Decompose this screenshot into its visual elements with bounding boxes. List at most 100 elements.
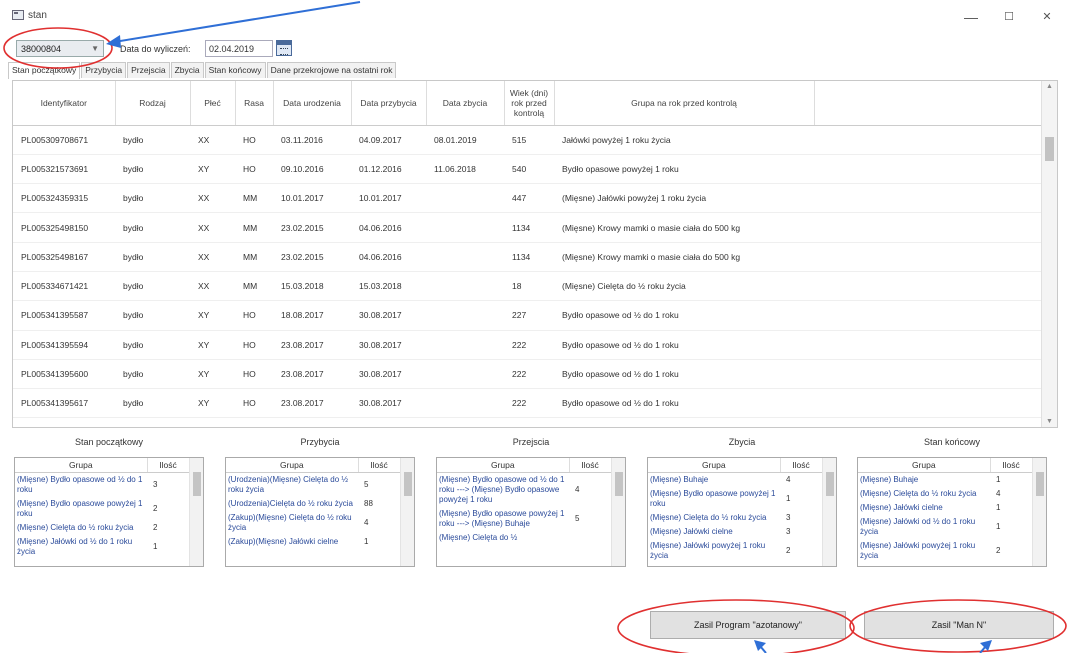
- minimize-button[interactable]: —: [956, 6, 986, 28]
- summary-row[interactable]: (Mięsne) Bydło opasowe powyżej 1 roku --…: [437, 507, 611, 531]
- column-header[interactable]: Identyfikator: [13, 81, 116, 126]
- summary-row[interactable]: (Mięsne) Jałówki powyżej 1 roku życia 2: [648, 539, 822, 563]
- summary-scrollbar[interactable]: [611, 458, 625, 566]
- grid-scrollbar[interactable]: ▲ ▼: [1041, 81, 1057, 427]
- tab-stan-koncowy[interactable]: Stan końcowy: [204, 62, 266, 78]
- summary-row[interactable]: (Mięsne) Cielęta do ½: [437, 531, 611, 545]
- column-header[interactable]: Data urodzenia: [273, 81, 352, 126]
- feed-nitrate-program-button[interactable]: Zasil Program "azotanowy": [650, 611, 846, 639]
- summary-title-stan-poczatkowy: Stan początkowy: [74, 437, 144, 447]
- table-row[interactable]: PL005341395600 bydło XY HO 23.08.2017 30.08.2…: [13, 359, 1043, 390]
- table-row[interactable]: PL005325498167 bydło XX MM 23.02.2015 04.06.2…: [13, 242, 1043, 272]
- table-cell: Bydło opasowe od ½ do 1 roku: [554, 300, 814, 331]
- scrollbar-thumb[interactable]: [826, 472, 834, 496]
- summary-count-cell: 3: [786, 526, 791, 536]
- summary-list-przybycia[interactable]: Grupa Ilość (Urodzenia)(Mięsne) Cielęta do…: [225, 457, 415, 567]
- summary-list-zbycia[interactable]: Grupa Ilość (Mięsne) Buhaje 4 (Mięsne) Bydło…: [647, 457, 837, 567]
- animals-grid[interactable]: Identyfikator Rodzaj Płeć Rasa Data urod…: [12, 80, 1058, 428]
- column-header[interactable]: Data zbycia: [426, 81, 505, 126]
- table-row[interactable]: PL005324359315 bydło XX MM 10.01.2017 10.01.2…: [13, 183, 1043, 214]
- summary-list-stan-koncowy[interactable]: Grupa Ilość (Mięsne) Buhaje 1 (Mięsne) Cielę…: [857, 457, 1047, 567]
- summary-column-header[interactable]: Ilość: [147, 458, 190, 473]
- summary-column-header[interactable]: Grupa: [15, 458, 148, 473]
- date-input[interactable]: 02.04.2019: [205, 40, 273, 57]
- tab-przejscia[interactable]: Przejscia: [127, 62, 170, 78]
- table-row[interactable]: PL005341395624bydłoXYHO24.08.201701.09.2…: [13, 417, 1043, 427]
- summary-scrollbar[interactable]: [1032, 458, 1046, 566]
- table-cell: bydło: [115, 242, 190, 272]
- summary-row[interactable]: (Mięsne) Jałówki cielne 1: [858, 501, 1032, 515]
- table-cell: MM: [235, 183, 273, 214]
- summary-row[interactable]: (Mięsne) Buhaje 4: [648, 472, 822, 487]
- herd-select[interactable]: 38000804 ▼: [16, 40, 104, 57]
- column-header[interactable]: Rodzaj: [115, 81, 191, 126]
- table-row[interactable]: PL005321573691 bydło XY HO 09.10.2016 01.12.2…: [13, 154, 1043, 185]
- summary-column-header[interactable]: Grupa: [648, 458, 781, 473]
- table-cell: XY: [190, 154, 235, 185]
- table-row[interactable]: PL005341395594 bydło XY HO 23.08.2017 30.08.2…: [13, 330, 1043, 360]
- tab-zbycia[interactable]: Zbycia: [170, 62, 204, 78]
- scrollbar-thumb[interactable]: [1036, 472, 1044, 496]
- table-cell: XY: [190, 330, 235, 360]
- summary-column-header[interactable]: Ilość: [990, 458, 1033, 473]
- summary-row[interactable]: (Mięsne) Jałówki cielne 3: [648, 525, 822, 539]
- table-row[interactable]: PL005325498150 bydło XX MM 23.02.2015 04.06.2…: [13, 212, 1043, 243]
- summary-row[interactable]: (Mięsne) Cielęta do ½ roku życia 2: [15, 521, 189, 535]
- summary-row[interactable]: (Mięsne) Jałówki powyżej 1 roku życia 2: [858, 539, 1032, 563]
- summary-row[interactable]: (Zakup)(Mięsne) Cielęta do ½ roku życia 4: [226, 511, 400, 535]
- summary-group-cell: (Mięsne) Bydło opasowe powyżej 1 roku --…: [439, 508, 565, 528]
- calendar-icon[interactable]: [276, 40, 292, 56]
- summary-column-header[interactable]: Grupa: [858, 458, 991, 473]
- scrollbar-thumb[interactable]: [404, 472, 412, 496]
- summary-row[interactable]: (Mięsne) Bydło opasowe od ½ do 1 roku 3: [15, 472, 189, 497]
- date-label: Data do wyliczeń:: [120, 44, 191, 54]
- tab-dane-przekrojowe[interactable]: Dane przekrojowe na ostatni rok: [266, 62, 397, 78]
- column-header[interactable]: Wiek (dni) rok przed kontrolą: [504, 81, 555, 126]
- summary-column-header[interactable]: Ilość: [780, 458, 823, 473]
- summary-row[interactable]: (Mięsne) Buhaje 1: [858, 472, 1032, 487]
- summary-row[interactable]: (Mięsne) Jałówki od ½ do 1 roku życia 1: [858, 515, 1032, 539]
- summary-scrollbar[interactable]: [400, 458, 414, 566]
- table-row[interactable]: PL005334671421 bydło XX MM 15.03.2018 15.03.2…: [13, 271, 1043, 302]
- summary-column-header[interactable]: Grupa: [226, 458, 359, 473]
- summary-row[interactable]: (Zakup)(Mięsne) Jałówki cielne 1: [226, 535, 400, 549]
- tab-przybycia[interactable]: Przybycia: [81, 62, 127, 78]
- close-button[interactable]: ✕: [1032, 6, 1062, 28]
- summary-row[interactable]: (Mięsne) Cielęta do ½ roku życia 3: [648, 511, 822, 525]
- column-header[interactable]: Rasa: [235, 81, 274, 126]
- scrollbar-thumb[interactable]: [1045, 137, 1054, 161]
- scroll-up-icon[interactable]: ▲: [1046, 83, 1053, 90]
- summary-scrollbar[interactable]: [189, 458, 203, 566]
- scrollbar-thumb[interactable]: [615, 472, 623, 496]
- summary-row[interactable]: (Mięsne) Cielęta do ½ roku życia 4: [858, 487, 1032, 501]
- summary-list-przejscia[interactable]: Grupa Ilość (Mięsne) Bydło opasowe od ½ do…: [436, 457, 626, 567]
- summary-scrollbar[interactable]: [822, 458, 836, 566]
- table-row[interactable]: PL005341395617 bydło XY HO 23.08.2017 30.08.2…: [13, 388, 1043, 419]
- summary-column-header[interactable]: Ilość: [569, 458, 612, 473]
- summary-column-header[interactable]: Grupa: [437, 458, 570, 473]
- summary-row[interactable]: (Mięsne) Bydło opasowe powyżej 1 roku 1: [648, 487, 822, 511]
- summary-column-header[interactable]: Ilość: [358, 458, 401, 473]
- column-header[interactable]: Grupa na rok przed kontrolą: [554, 81, 815, 126]
- table-cell: [426, 271, 504, 302]
- feed-man-n-button[interactable]: Zasil "Man N": [864, 611, 1054, 639]
- table-row[interactable]: PL005341395587 bydło XY HO 18.08.2017 30.08.2…: [13, 300, 1043, 331]
- maximize-button[interactable]: ☐: [994, 6, 1024, 28]
- table-cell: bydło: [115, 388, 190, 419]
- summary-list-stan-poczatkowy[interactable]: Grupa Ilość (Mięsne) Bydło opasowe od ½ do…: [14, 457, 204, 567]
- scroll-down-icon[interactable]: ▼: [1046, 418, 1053, 425]
- summary-row[interactable]: (Urodzenia)Cielęta do ½ roku życia 88: [226, 497, 400, 511]
- column-header[interactable]: Płeć: [190, 81, 236, 126]
- table-cell: [426, 300, 504, 331]
- summary-row[interactable]: (Urodzenia)(Mięsne) Cielęta do ½ roku ży…: [226, 472, 400, 497]
- summary-row[interactable]: (Mięsne) Bydło opasowe od ½ do 1 roku --…: [437, 472, 611, 507]
- column-header[interactable]: Data przybycia: [351, 81, 427, 126]
- summary-row[interactable]: (Mięsne) Bydło opasowe powyżej 1 roku 2: [15, 497, 189, 521]
- table-cell: Bydło opasowe od ½ do 1 roku: [554, 330, 814, 360]
- tab-stan-poczatkowy[interactable]: Stan początkowy: [8, 62, 81, 79]
- scrollbar-thumb[interactable]: [193, 472, 201, 496]
- summary-row[interactable]: (Mięsne) Jałówki od ½ do 1 roku życia 1: [15, 535, 189, 559]
- table-cell: Bydło opasowe od ½ do 1 roku: [554, 388, 814, 419]
- table-cell: XX: [190, 125, 235, 155]
- table-row[interactable]: PL005309708671 bydło XX HO 03.11.2016 04.09.2…: [13, 125, 1043, 155]
